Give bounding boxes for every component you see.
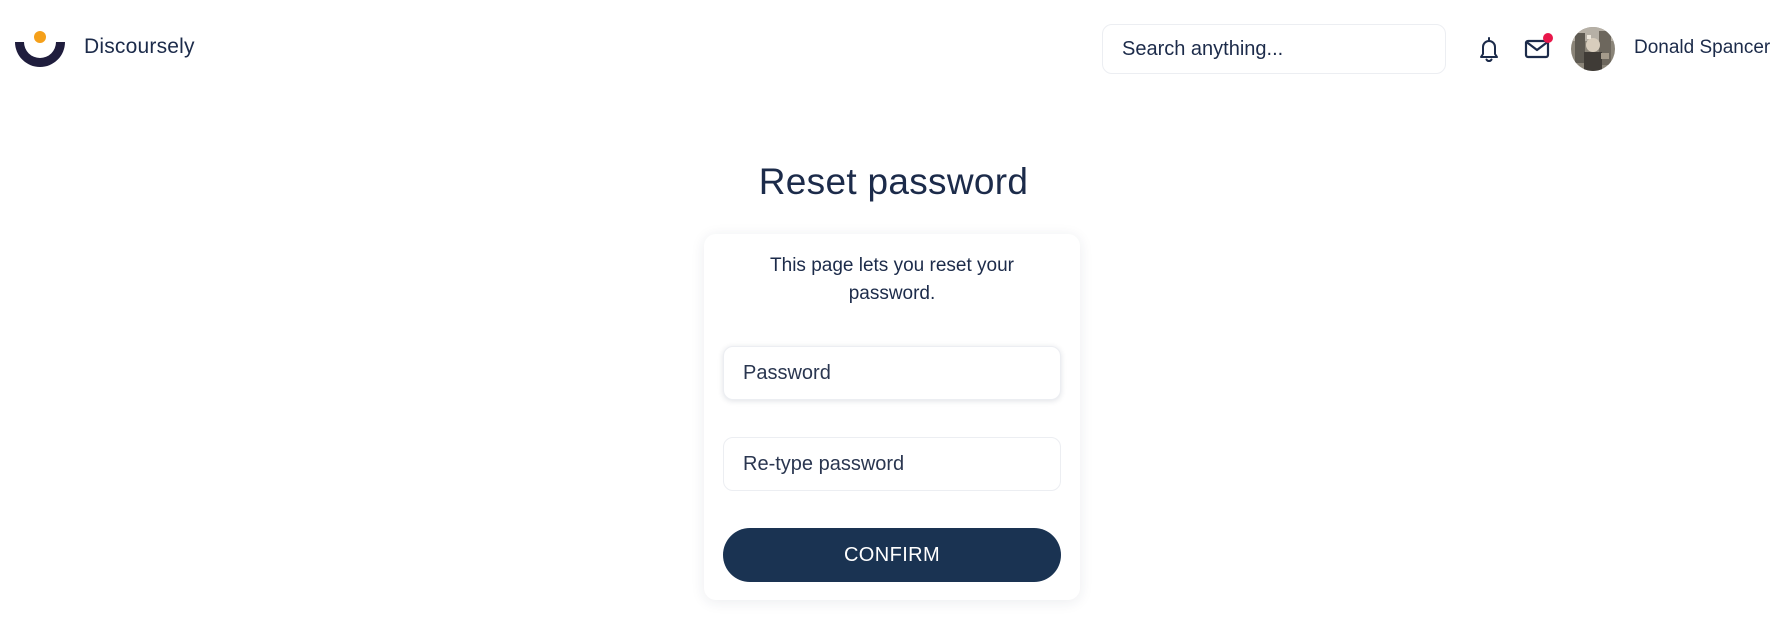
avatar-photo	[1571, 27, 1615, 71]
search-box[interactable]	[1102, 24, 1446, 74]
page-title: Reset password	[758, 161, 1029, 202]
user-avatar[interactable]	[1571, 27, 1615, 71]
card-description: This page lets you reset your password.	[770, 255, 1014, 304]
top-navbar: Discoursely Donald Spancer	[0, 0, 1787, 98]
retype-password-field[interactable]	[723, 437, 1061, 491]
search-input[interactable]	[1122, 37, 1426, 61]
notifications-button[interactable]	[1474, 32, 1504, 66]
confirm-button[interactable]: CONFIRM	[723, 528, 1061, 582]
reset-password-card: This page lets you reset your password. …	[704, 234, 1080, 600]
unread-indicator-dot	[1543, 33, 1553, 43]
password-input[interactable]	[743, 361, 1041, 385]
bell-icon	[1480, 37, 1498, 62]
brand[interactable]: Discoursely	[14, 26, 195, 68]
brand-name: Discoursely	[84, 35, 195, 58]
retype-password-input[interactable]	[743, 452, 1041, 476]
discoursely-logo-icon	[15, 31, 65, 67]
user-name[interactable]: Donald Spancer	[1634, 37, 1770, 59]
messages-button[interactable]	[1522, 32, 1553, 66]
password-field[interactable]	[723, 346, 1061, 400]
